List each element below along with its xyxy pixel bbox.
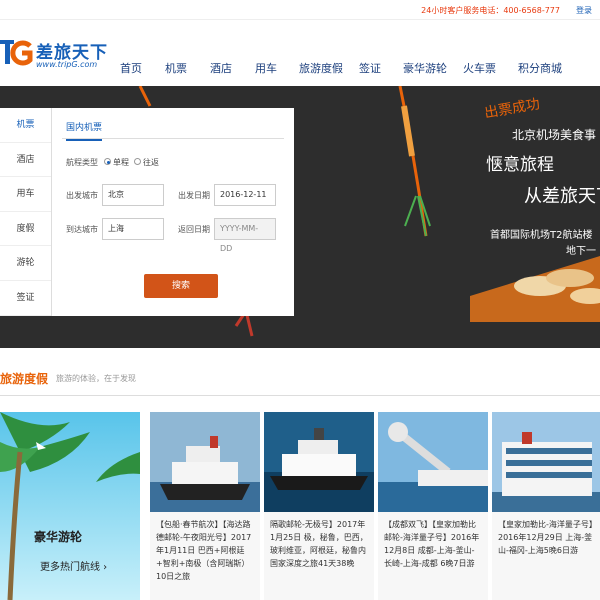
card-description: 隔歌邮轮-无极号】2017年1月25日 极，秘鲁，巴西，玻利维亚，阿根廷，秘鲁内…: [270, 520, 368, 568]
nav-item-points-mall[interactable]: 积分商城: [518, 60, 573, 80]
nav-item-hotels[interactable]: 酒店: [210, 60, 255, 80]
ship-image: [492, 412, 600, 512]
nav-item-cruise[interactable]: 豪华游轮: [403, 60, 463, 80]
cruise-card[interactable]: 【皇家加勒比-海洋量子号】2016年12月29日 上海-釜山-福冈-上海5晚6日…: [492, 412, 600, 600]
ship-image: [264, 412, 374, 512]
arrive-city-input[interactable]: 上海: [102, 218, 164, 240]
card-description: 【成都双飞】【皇家加勒比邮轮-海洋量子号】2016年12月8日 成都-上海-釜山…: [384, 520, 480, 568]
cruise-card[interactable]: 【包船·春节航次】【海达路德邮轮-午夜阳光号】2017年1月11日 巴西+阿根廷…: [150, 412, 260, 600]
trip-type-label: 航程类型: [66, 158, 98, 167]
section-subtitle: 旅游的体验，在于发现: [56, 374, 136, 383]
one-way-radio[interactable]: [104, 158, 111, 165]
promo-line-2: 惬意旅程: [486, 155, 554, 175]
top-bar: 24小时客户服务电话：400-6568-777 登录: [0, 0, 600, 20]
side-item-cruise[interactable]: 游轮: [0, 246, 51, 281]
side-item-hotels[interactable]: 酒店: [0, 143, 51, 178]
nav-item-vacation[interactable]: 旅游度假: [299, 60, 359, 80]
side-item-car[interactable]: 用车: [0, 177, 51, 212]
section-divider: [0, 395, 600, 396]
round-trip-radio[interactable]: [134, 158, 141, 165]
depart-date-input[interactable]: 2016-12-11: [214, 184, 276, 206]
return-date-input[interactable]: YYYY-MM-DD: [214, 218, 276, 253]
cruise-card[interactable]: 隔歌邮轮-无极号】2017年1月25日 极，秘鲁，巴西，玻利维亚，阿根廷，秘鲁内…: [264, 412, 374, 600]
nav-item-flights[interactable]: 机票: [165, 60, 210, 80]
depart-city-label: 出发城市: [66, 191, 98, 200]
one-way-label[interactable]: 单程: [113, 157, 129, 168]
feature-title: 豪华游轮: [34, 530, 83, 544]
search-button[interactable]: 搜索: [144, 274, 218, 298]
nav-item-visa[interactable]: 签证: [359, 60, 403, 80]
card-description: 【包船·春节航次】【海达路德邮轮-午夜阳光号】2017年1月11日 巴西+阿根廷…: [156, 520, 252, 581]
nav-item-train[interactable]: 火车票: [463, 60, 518, 80]
flight-search-panel: 国内机票 航程类型 单程 往返 出发城市 北京 出发日期 2016-12-11 …: [52, 108, 294, 316]
depart-city-input[interactable]: 北京: [102, 184, 164, 206]
card-description: 【皇家加勒比-海洋量子号】2016年12月29日 上海-釜山-福冈-上海5晚6日…: [498, 520, 593, 555]
booking-side-menu: 机票 酒店 用车 度假 游轮 签证: [0, 108, 52, 316]
arrive-city-label: 到达城市: [66, 225, 98, 234]
section-title: 旅游度假: [0, 372, 49, 386]
promo-line-5: 地下一: [566, 246, 596, 257]
return-date-label: 返回日期: [178, 225, 210, 234]
depart-date-label: 出发日期: [178, 191, 210, 200]
ship-image: [150, 412, 260, 512]
logo-url: www.tripG.com: [36, 60, 98, 69]
promo-line-3: 从差旅天下: [524, 186, 600, 207]
ship-image: [378, 412, 488, 512]
service-hotline: 24小时客户服务电话：400-6568-777: [421, 6, 560, 15]
side-item-vacation[interactable]: 度假: [0, 212, 51, 247]
site-logo[interactable]: 差旅天下 www.tripG.com: [0, 38, 110, 78]
nav-item-car[interactable]: 用车: [255, 60, 299, 80]
round-trip-label[interactable]: 往返: [143, 157, 159, 168]
promo-line-4: 首都国际机场T2航站楼: [490, 230, 593, 241]
promo-line-1: 北京机场美食事: [512, 128, 597, 142]
cruise-card[interactable]: 【成都双飞】【皇家加勒比邮轮-海洋量子号】2016年12月8日 成都-上海-釜山…: [378, 412, 488, 600]
logo-mark-icon: [0, 40, 33, 66]
tab-divider: [62, 138, 284, 139]
side-item-visa[interactable]: 签证: [0, 281, 51, 316]
login-link[interactable]: 登录: [576, 5, 592, 16]
more-routes-link[interactable]: 更多热门航线 ›: [40, 558, 107, 573]
main-nav: 首页 机票 酒店 用车 旅游度假 签证 豪华游轮 火车票 积分商城: [110, 60, 573, 80]
side-item-flights[interactable]: 机票: [0, 108, 51, 143]
nav-item-home[interactable]: 首页: [120, 60, 165, 80]
